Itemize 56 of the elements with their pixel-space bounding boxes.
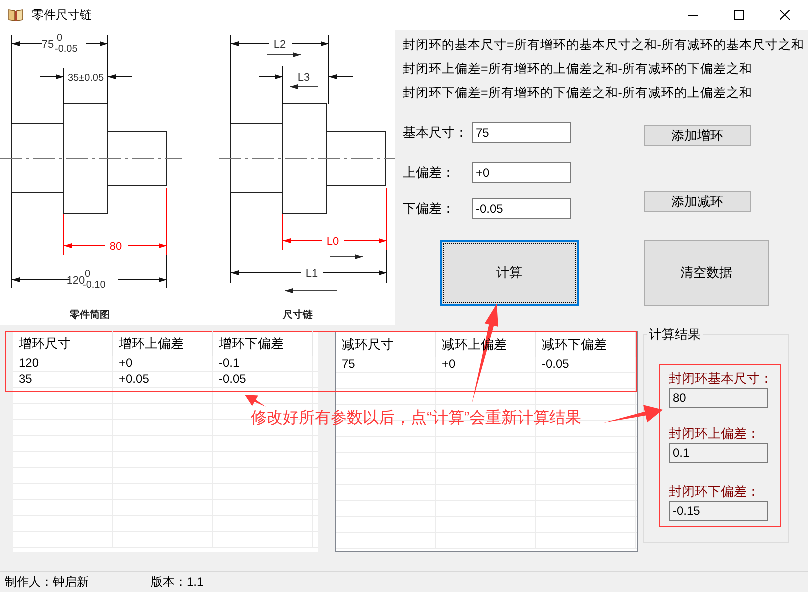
table-cell: 35: [13, 372, 113, 387]
dimension-label: L1: [306, 268, 318, 280]
result-label: 封闭环基本尺寸：: [669, 370, 774, 386]
field-label: 基本尺寸：: [403, 124, 469, 142]
column-header: 增环下偏差: [213, 331, 313, 356]
formula-text: 封闭环下偏差=所有增环的下偏差之和-所有减环的上偏差之和: [403, 85, 754, 102]
table-cell: -0.05: [213, 372, 313, 387]
column-header: 减环尺寸: [336, 332, 436, 357]
status-text: 版本：1.1: [151, 574, 204, 591]
table-cell: +0.05: [113, 372, 213, 387]
table-cell: +0: [113, 356, 213, 371]
table-cell: 75: [336, 357, 436, 372]
result-field[interactable]: 80: [669, 388, 768, 408]
column-header: 增环上偏差: [113, 331, 213, 356]
dimension-label: L0: [326, 236, 340, 248]
action-button[interactable]: 添加减环: [644, 191, 751, 212]
dimension-label: L2: [274, 39, 286, 51]
group-title: 计算结果: [648, 326, 702, 344]
dimension-label: L3: [298, 72, 310, 84]
dimension-label: 80: [110, 241, 122, 253]
status-text: 制作人：钟启新: [5, 574, 89, 591]
input-field[interactable]: +0: [472, 162, 571, 183]
result-field[interactable]: -0.15: [669, 500, 768, 520]
minimize-icon: [688, 14, 698, 16]
input-field[interactable]: 75: [472, 122, 571, 143]
result-label: 封闭环上偏差：: [669, 426, 761, 442]
dimension-label: 120: [66, 275, 86, 287]
table-cell: 120: [13, 356, 113, 371]
input-field[interactable]: -0.05: [472, 198, 571, 219]
result-field[interactable]: 0.1: [669, 442, 768, 462]
table-cell: -0.05: [536, 357, 636, 372]
callout-arrow: [604, 405, 663, 423]
dimension-label: 35±0.05: [68, 73, 104, 84]
book-icon: [8, 8, 24, 22]
dimension-label: 75: [42, 39, 54, 51]
action-button[interactable]: 清空数据: [644, 240, 769, 306]
close-icon: [780, 10, 790, 20]
table-cell: -0.1: [213, 356, 313, 371]
field-label: 上偏差：: [403, 164, 456, 182]
callout-arrow: [245, 395, 266, 407]
column-header: 增环尺寸: [13, 331, 113, 356]
result-label: 封闭环下偏差：: [669, 484, 761, 500]
lower-tolerance: -0.05: [55, 44, 78, 55]
drawing-caption: 尺寸链: [283, 310, 313, 321]
upper-tolerance: 0: [57, 33, 63, 44]
formula-text: 封闭环的基本尺寸=所有增环的基本尺寸之和-所有减环的基本尺寸之和: [403, 37, 804, 54]
action-button[interactable]: 计算: [440, 240, 579, 306]
maximize-icon: [734, 10, 744, 20]
window-title: 零件尺寸链: [32, 7, 92, 24]
field-label: 下偏差：: [403, 200, 456, 218]
column-header: 减环下偏差: [536, 332, 636, 357]
lower-tolerance: -0.10: [83, 280, 106, 291]
formula-text: 封闭环上偏差=所有增环的上偏差之和-所有减环的下偏差之和: [403, 61, 754, 78]
upper-tolerance: 0: [85, 269, 91, 280]
drawing-caption: 零件简图: [70, 310, 110, 321]
action-button[interactable]: 添加增环: [644, 125, 751, 146]
